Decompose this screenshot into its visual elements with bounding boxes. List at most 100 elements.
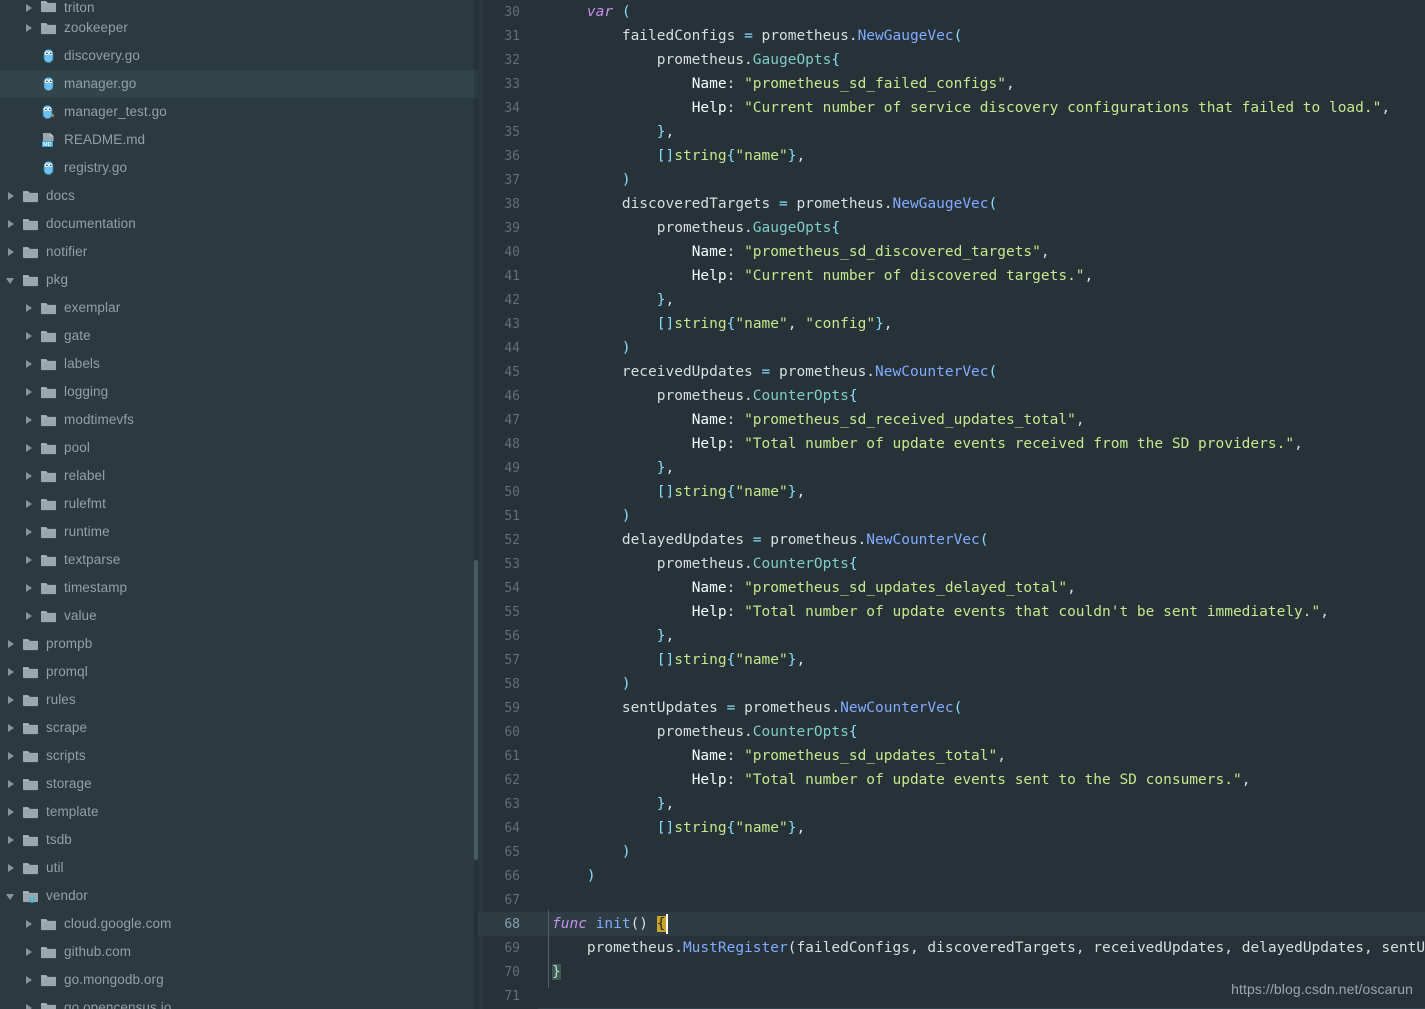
code-line-51[interactable]: 51 ) (478, 504, 1425, 528)
code-line-39[interactable]: 39 prometheus.GaugeOpts{ (478, 216, 1425, 240)
code-text[interactable]: Name: "prometheus_sd_updates_delayed_tot… (548, 580, 1425, 596)
code-text[interactable]: ) (548, 868, 1425, 884)
tree-item-value[interactable]: value (0, 602, 478, 630)
line-number[interactable]: 43 (478, 317, 532, 332)
code-line-35[interactable]: 35 }, (478, 120, 1425, 144)
line-number[interactable]: 64 (478, 821, 532, 836)
code-line-63[interactable]: 63 }, (478, 792, 1425, 816)
tree-item-storage[interactable]: storage (0, 770, 478, 798)
tree-item-github-com[interactable]: github.com (0, 938, 478, 966)
chevron-right-icon[interactable] (24, 947, 35, 958)
chevron-right-icon[interactable] (24, 975, 35, 986)
code-line-48[interactable]: 48 Help: "Total number of update events … (478, 432, 1425, 456)
chevron-right-icon[interactable] (24, 583, 35, 594)
code-text[interactable]: delayedUpdates = prometheus.NewCounterVe… (548, 532, 1425, 548)
code-text[interactable]: Name: "prometheus_sd_updates_total", (548, 748, 1425, 764)
code-editor[interactable]: 30 var (31 failedConfigs = prometheus.Ne… (478, 0, 1425, 1009)
code-text[interactable]: Name: "prometheus_sd_discovered_targets"… (548, 244, 1425, 260)
tree-item-vendor[interactable]: v vendor (0, 882, 478, 910)
code-line-30[interactable]: 30 var ( (478, 0, 1425, 24)
code-line-42[interactable]: 42 }, (478, 288, 1425, 312)
chevron-right-icon[interactable] (6, 219, 17, 230)
code-text[interactable]: ) (548, 508, 1425, 524)
code-text[interactable]: }, (548, 460, 1425, 476)
code-text[interactable]: ) (548, 340, 1425, 356)
line-number[interactable]: 31 (478, 29, 532, 44)
code-line-31[interactable]: 31 failedConfigs = prometheus.NewGaugeVe… (478, 24, 1425, 48)
chevron-right-icon[interactable] (6, 835, 17, 846)
line-number[interactable]: 60 (478, 725, 532, 740)
code-line-37[interactable]: 37 ) (478, 168, 1425, 192)
code-line-60[interactable]: 60 prometheus.CounterOpts{ (478, 720, 1425, 744)
tree-item-pkg[interactable]: pkg (0, 266, 478, 294)
line-number[interactable]: 45 (478, 365, 532, 380)
chevron-right-icon[interactable] (6, 751, 17, 762)
tree-item-modtimevfs[interactable]: modtimevfs (0, 406, 478, 434)
tree-item-runtime[interactable]: runtime (0, 518, 478, 546)
tree-item-manager-go[interactable]: manager.go (0, 70, 478, 98)
code-text[interactable]: []string{"name", "config"}, (548, 316, 1425, 332)
tree-item-timestamp[interactable]: timestamp (0, 574, 478, 602)
tree-item-zookeeper[interactable]: zookeeper (0, 14, 478, 42)
tree-item-rules[interactable]: rules (0, 686, 478, 714)
code-line-69[interactable]: 69 prometheus.MustRegister(failedConfigs… (478, 936, 1425, 960)
line-number[interactable]: 33 (478, 77, 532, 92)
code-text[interactable]: ) (548, 844, 1425, 860)
code-text[interactable]: prometheus.GaugeOpts{ (548, 52, 1425, 68)
chevron-right-icon[interactable] (6, 191, 17, 202)
line-number[interactable]: 35 (478, 125, 532, 140)
line-number[interactable]: 49 (478, 461, 532, 476)
chevron-right-icon[interactable] (24, 527, 35, 538)
code-text[interactable]: []string{"name"}, (548, 148, 1425, 164)
code-line-49[interactable]: 49 }, (478, 456, 1425, 480)
code-text[interactable]: func init() { (548, 914, 1425, 934)
code-text[interactable]: discoveredTargets = prometheus.NewGaugeV… (548, 196, 1425, 212)
code-text[interactable]: Help: "Current number of service discove… (548, 100, 1425, 116)
chevron-right-icon[interactable] (24, 1003, 35, 1009)
code-text[interactable]: []string{"name"}, (548, 652, 1425, 668)
code-line-53[interactable]: 53 prometheus.CounterOpts{ (478, 552, 1425, 576)
code-line-65[interactable]: 65 ) (478, 840, 1425, 864)
tree-item-tsdb[interactable]: tsdb (0, 826, 478, 854)
code-line-58[interactable]: 58 ) (478, 672, 1425, 696)
code-line-66[interactable]: 66 ) (478, 864, 1425, 888)
code-text[interactable]: []string{"name"}, (548, 820, 1425, 836)
code-text[interactable]: Help: "Current number of discovered targ… (548, 268, 1425, 284)
line-number[interactable]: 59 (478, 701, 532, 716)
line-number[interactable]: 67 (478, 893, 532, 908)
line-number[interactable]: 34 (478, 101, 532, 116)
tree-item-pool[interactable]: pool (0, 434, 478, 462)
line-number[interactable]: 62 (478, 773, 532, 788)
code-text[interactable]: }, (548, 796, 1425, 812)
chevron-down-icon[interactable] (6, 275, 17, 286)
chevron-right-icon[interactable] (24, 303, 35, 314)
tree-item-documentation[interactable]: documentation (0, 210, 478, 238)
tree-item-rulefmt[interactable]: rulefmt (0, 490, 478, 518)
code-line-56[interactable]: 56 }, (478, 624, 1425, 648)
chevron-right-icon[interactable] (24, 555, 35, 566)
tree-item-scrape[interactable]: scrape (0, 714, 478, 742)
code-text[interactable]: var ( (548, 4, 1425, 20)
tree-item-readme-md[interactable]: MD README.md (0, 126, 478, 154)
line-number[interactable]: 48 (478, 437, 532, 452)
code-line-34[interactable]: 34 Help: "Current number of service disc… (478, 96, 1425, 120)
line-number[interactable]: 37 (478, 173, 532, 188)
chevron-right-icon[interactable] (24, 387, 35, 398)
tree-item-prompb[interactable]: prompb (0, 630, 478, 658)
chevron-right-icon[interactable] (24, 359, 35, 370)
editor-scrollbar[interactable] (1420, 0, 1425, 1009)
line-number[interactable]: 56 (478, 629, 532, 644)
chevron-right-icon[interactable] (6, 779, 17, 790)
code-text[interactable]: sentUpdates = prometheus.NewCounterVec( (548, 700, 1425, 716)
chevron-right-icon[interactable] (24, 611, 35, 622)
chevron-right-icon[interactable] (24, 471, 35, 482)
code-text[interactable]: }, (548, 628, 1425, 644)
line-number[interactable]: 47 (478, 413, 532, 428)
line-number[interactable]: 54 (478, 581, 532, 596)
code-text[interactable]: []string{"name"}, (548, 484, 1425, 500)
chevron-right-icon[interactable] (24, 499, 35, 510)
line-number[interactable]: 46 (478, 389, 532, 404)
code-line-67[interactable]: 67 (478, 888, 1425, 912)
tree-item-util[interactable]: util (0, 854, 478, 882)
code-line-43[interactable]: 43 []string{"name", "config"}, (478, 312, 1425, 336)
